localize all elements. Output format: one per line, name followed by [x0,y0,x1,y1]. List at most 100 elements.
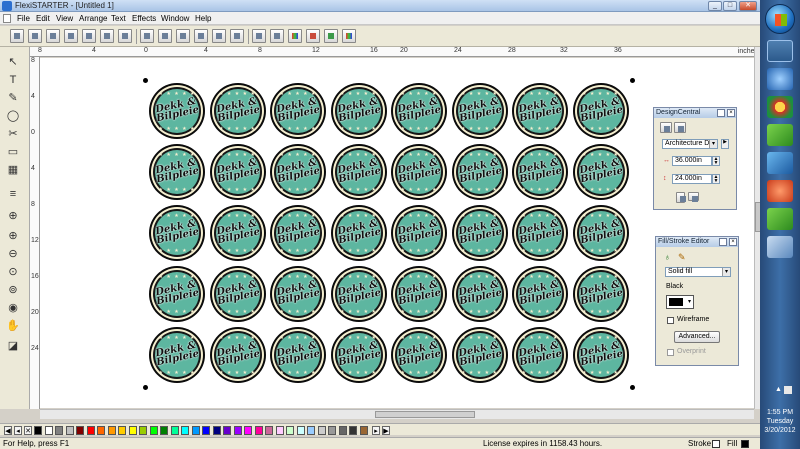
menu-arrange[interactable]: Arrange [79,12,107,25]
color-palette-icon[interactable] [342,29,356,43]
taskbar-app-doc-icon[interactable] [767,236,793,258]
scroll-thumb[interactable] [375,411,475,418]
selection-handle[interactable] [143,385,148,390]
selection-handle[interactable] [630,385,635,390]
sticker-item[interactable]: ★ ★ ★ ★ ★ ★ ★ ★ ★ ★ Dekk & Bilpleie [209,205,266,261]
sticker-item[interactable]: ★ ★ ★ ★ ★ ★ ★ ★ ★ ★ Dekk & Bilpleie [391,83,447,139]
panel-pin-icon[interactable] [717,109,725,117]
palette-swatch[interactable] [55,426,63,435]
cutter-icon[interactable] [118,29,132,43]
selection-handle[interactable] [630,78,635,83]
panel-close-icon[interactable]: × [729,238,737,246]
taskbar-app-blue-icon[interactable] [767,152,793,174]
sticker-item[interactable]: ★ ★ ★ ★ ★ ★ ★ ★ ★ ★ Dekk & Bilpleie [572,83,629,139]
save-all-icon[interactable] [64,29,78,43]
tab-general-icon[interactable] [660,122,672,133]
horizontal-scrollbar[interactable] [40,409,754,419]
palette-swatch[interactable] [170,426,179,435]
palette-left-icon[interactable]: ◀ [4,426,12,435]
sticker-item[interactable]: ★ ★ ★ ★ ★ ★ ★ ★ ★ ★ Dekk & Bilpleie [270,266,326,322]
print-preview-icon[interactable] [100,29,114,43]
taskbar-app-green-icon[interactable] [767,124,793,146]
panel-close-icon[interactable]: × [727,109,735,117]
align-icon[interactable] [270,29,284,43]
taskbar-user-icon[interactable] [767,180,793,202]
palette-swatch[interactable] [118,426,126,435]
fill-bucket-icon[interactable]: ♁ [664,252,671,262]
sticker-item[interactable]: ★ ★ ★ ★ ★ ★ ★ ★ ★ ★ Dekk & Bilpleie [512,144,568,200]
palette-swatch[interactable] [328,426,336,435]
pan-hand-icon[interactable]: ✋ [5,319,21,333]
palette-swatch[interactable] [181,426,189,435]
sticker-item[interactable]: ★ ★ ★ ★ ★ ★ ★ ★ ★ ★ Dekk & Bilpleie [270,83,326,139]
taskbar-messenger-icon[interactable] [767,68,793,90]
portrait-icon[interactable] [676,192,686,203]
palette-swatch[interactable] [160,426,168,435]
menu-effects[interactable]: Effects [132,12,156,25]
close-button[interactable]: ✕ [739,1,757,11]
wireframe-checkbox[interactable] [667,317,674,324]
sticker-item[interactable]: ★ ★ ★ ★ ★ ★ ★ ★ ★ ★ Dekk & Bilpleie [209,83,266,139]
select-tool-icon[interactable]: ↖ [5,55,21,69]
palette-swatch[interactable] [265,426,273,435]
width-stepper[interactable]: ▲ ▼ [712,156,720,166]
sticker-item[interactable]: ★ ★ ★ ★ ★ ★ ★ ★ ★ ★ Dekk & Bilpleie [270,144,326,200]
group-icon[interactable] [252,29,266,43]
zoom-fit-icon[interactable]: ⊙ [5,265,21,279]
palette-swatch[interactable] [139,426,147,435]
effects-icon[interactable] [324,29,338,43]
sticker-item[interactable]: ★ ★ ★ ★ ★ ★ ★ ★ ★ ★ Dekk & Bilpleie [451,266,508,322]
start-button[interactable] [765,4,795,34]
palette-swatch[interactable] [107,426,116,435]
palette-swatch[interactable] [244,426,252,435]
sticker-item[interactable]: ★ ★ ★ ★ ★ ★ ★ ★ ★ ★ Dekk & Bilpleie [330,205,387,261]
tray-expand-icon[interactable]: ▲ [775,386,782,393]
sticker-item[interactable]: ★ ★ ★ ★ ★ ★ ★ ★ ★ ★ Dekk & Bilpleie [572,205,629,261]
no-color-icon[interactable]: ✕ [24,426,32,435]
palette-swatch[interactable] [128,426,137,435]
palette-swatch[interactable] [307,426,315,435]
palette-swatch[interactable] [275,426,284,435]
zoom-page-icon[interactable]: ⊚ [5,283,21,297]
undo-icon[interactable] [212,29,226,43]
palette-swatch[interactable] [65,426,74,435]
sticker-item[interactable]: ★ ★ ★ ★ ★ ★ ★ ★ ★ ★ Dekk & Bilpleie [330,327,387,383]
document-icon[interactable] [3,14,11,23]
sticker-item[interactable]: ★ ★ ★ ★ ★ ★ ★ ★ ★ ★ Dekk & Bilpleie [391,266,447,322]
palette-swatch[interactable] [191,426,200,435]
sticker-item[interactable]: ★ ★ ★ ★ ★ ★ ★ ★ ★ ★ Dekk & Bilpleie [572,144,629,200]
tray-flag-icon[interactable] [784,386,792,394]
sticker-item[interactable]: ★ ★ ★ ★ ★ ★ ★ ★ ★ ★ Dekk & Bilpleie [512,83,568,139]
advanced-button[interactable]: Advanced... [674,331,720,343]
sticker-item[interactable]: ★ ★ ★ ★ ★ ★ ★ ★ ★ ★ Dekk & Bilpleie [512,266,568,322]
media-size-select[interactable]: Architecture D ▾ [662,139,718,149]
palette-prev-icon[interactable]: ◂ [14,426,22,435]
taskbar-app-green2-icon[interactable] [767,208,793,230]
zoom-icon[interactable] [306,29,320,43]
ellipse-tool-icon[interactable]: ◯ [5,109,21,123]
zoom-selection-icon[interactable]: ◉ [5,301,21,315]
height-stepper[interactable]: ▲ ▼ [712,174,720,184]
design-canvas[interactable]: ★ ★ ★ ★ ★ ★ ★ ★ ★ ★ Dekk & Bilpleie ★ ★ ★ ★ … [40,58,754,408]
knife-tool-icon[interactable]: ✂ [5,127,21,141]
taskbar-flexi-icon[interactable] [767,40,793,62]
menu-help[interactable]: Help [195,12,211,25]
sticker-item[interactable]: ★ ★ ★ ★ ★ ★ ★ ★ ★ ★ Dekk & Bilpleie [270,205,326,261]
sticker-item[interactable]: ★ ★ ★ ★ ★ ★ ★ ★ ★ ★ Dekk & Bilpleie [451,83,508,139]
sticker-item[interactable]: ★ ★ ★ ★ ★ ★ ★ ★ ★ ★ Dekk & Bilpleie [149,205,205,261]
menu-view[interactable]: View [56,12,73,25]
menu-text[interactable]: Text [111,12,126,25]
palette-swatch[interactable] [34,426,42,435]
redo-icon[interactable] [230,29,244,43]
sticker-item[interactable]: ★ ★ ★ ★ ★ ★ ★ ★ ★ ★ Dekk & Bilpleie [572,266,629,322]
next-icon[interactable]: ▶ [721,139,729,149]
width-field[interactable]: 36.000in [672,156,712,166]
palette-next-icon[interactable]: ▸ [372,426,380,435]
palette-swatch[interactable] [317,426,326,435]
selection-handle[interactable] [143,78,148,83]
open-icon[interactable] [28,29,42,43]
zoom-tool-icon[interactable]: ⊕ [5,209,21,223]
palette-swatch[interactable] [86,426,95,435]
sticker-item[interactable]: ★ ★ ★ ★ ★ ★ ★ ★ ★ ★ Dekk & Bilpleie [512,205,568,261]
save-icon[interactable] [46,29,60,43]
